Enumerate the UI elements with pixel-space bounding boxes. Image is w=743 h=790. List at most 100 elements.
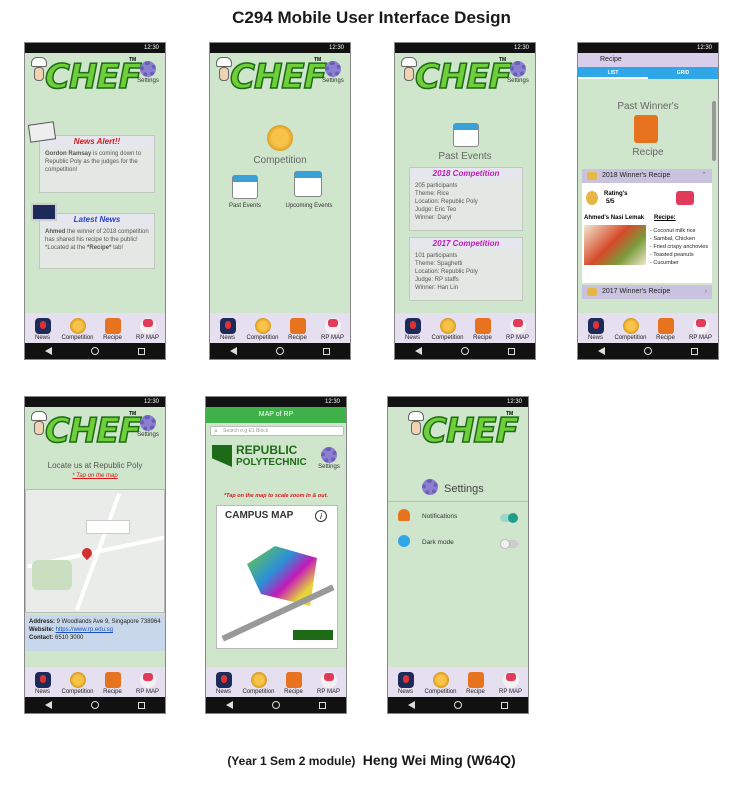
upcoming-calendar-icon[interactable] [294, 171, 322, 197]
ingredient-item: - Sambal, Chicken [650, 236, 695, 242]
recents-icon[interactable] [508, 347, 516, 355]
search-input[interactable]: Search e.g E1 Block [210, 426, 344, 436]
list-item-2018-recipe[interactable]: 2018 Winner's Recipe ⌃ [582, 169, 712, 183]
location-map[interactable] [25, 489, 165, 613]
news-icon [587, 318, 604, 334]
home-icon[interactable] [90, 701, 99, 709]
tab-rp-map[interactable]: RP MAP [133, 672, 163, 695]
tab-competition[interactable]: Competition [615, 318, 647, 341]
tab-competition[interactable]: Competition [432, 318, 464, 341]
logo-text: CHEF [421, 410, 519, 452]
recents-icon[interactable] [323, 347, 331, 355]
info-icon[interactable]: i [315, 510, 327, 522]
phone-recipe-screen: 12:30 Recipe LIST GRID Past Winner's Rec… [577, 42, 719, 360]
tab-recipe[interactable]: Recipe [468, 318, 498, 341]
status-bar: 12:30 [388, 397, 528, 407]
upcoming-events-label[interactable]: Upcoming Events [282, 203, 336, 209]
tab-news[interactable]: News [213, 318, 243, 341]
tab-rp-map[interactable]: RP MAP [318, 318, 348, 341]
home-icon[interactable] [460, 347, 469, 355]
competition-heading: Competition [253, 155, 307, 166]
home-icon[interactable] [90, 347, 99, 355]
tab-competition[interactable]: Competition [425, 672, 457, 695]
settings-button[interactable]: Settings [135, 415, 161, 438]
recents-icon[interactable] [319, 701, 327, 709]
tab-rp-map[interactable]: RP MAP [133, 318, 163, 341]
settings-button[interactable]: Settings [320, 61, 346, 84]
recipe-icon [657, 318, 674, 334]
settings-button[interactable]: Settings [135, 61, 161, 84]
tab-grid[interactable]: GRID [648, 67, 718, 79]
back-icon[interactable] [44, 347, 52, 355]
recents-icon[interactable] [138, 701, 146, 709]
back-icon[interactable] [225, 701, 233, 709]
tab-competition[interactable]: Competition [243, 672, 275, 695]
back-icon[interactable] [407, 701, 415, 709]
home-icon[interactable] [271, 701, 280, 709]
home-icon[interactable] [643, 347, 652, 355]
newspaper-icon [27, 121, 57, 143]
recents-icon[interactable] [501, 701, 509, 709]
calendar-icon[interactable] [232, 175, 258, 199]
home-icon[interactable] [453, 701, 462, 709]
campus-map[interactable]: CAMPUS MAP i [216, 505, 338, 649]
news-icon [34, 318, 51, 334]
recents-icon[interactable] [138, 347, 146, 355]
settings-label: Settings [322, 78, 344, 84]
back-icon[interactable] [414, 347, 422, 355]
tab-rp-map[interactable]: RP MAP [686, 318, 716, 341]
competition-2017-title: 2017 Competition [410, 238, 522, 249]
tab-recipe[interactable]: Recipe [98, 318, 128, 341]
past-events-label[interactable]: Past Events [218, 203, 272, 209]
tab-news[interactable]: News [28, 672, 58, 695]
tab-news[interactable]: News [391, 672, 421, 695]
settings-button[interactable]: Settings [505, 61, 531, 84]
recents-icon[interactable] [691, 347, 699, 355]
phone-competition-screen: 12:30 CHEF TM Settings Competition Past … [209, 42, 351, 360]
map-pin-icon[interactable] [79, 545, 95, 561]
competition-icon [69, 318, 86, 334]
tab-news[interactable]: News [398, 318, 428, 341]
recipe-icon [104, 318, 121, 334]
tab-news[interactable]: News [209, 672, 239, 695]
tab-competition[interactable]: Competition [62, 318, 94, 341]
competition-2018-card[interactable]: 2018 Competition 205 participants Theme:… [409, 167, 523, 231]
gear-icon [510, 61, 526, 77]
tab-recipe[interactable]: Recipe [283, 318, 313, 341]
address-value: 9 Woodlands Ave 9, Singapore 738964 [55, 619, 161, 625]
settings-button[interactable]: Settings [316, 447, 342, 470]
back-icon[interactable] [44, 701, 52, 709]
c2017-line: Judge: RP staffs [415, 277, 459, 283]
scrollbar[interactable] [712, 101, 716, 161]
back-icon[interactable] [597, 347, 605, 355]
notifications-toggle[interactable] [500, 513, 518, 523]
tab-rp-map[interactable]: RP MAP [503, 318, 533, 341]
competition-2017-card[interactable]: 2017 Competition 101 participants Theme:… [409, 237, 523, 301]
tab-news[interactable]: News [28, 318, 58, 341]
rp-logo-icon [212, 445, 232, 467]
c2018-line: Judge: Eric Teo [415, 207, 457, 213]
back-icon[interactable] [229, 347, 237, 355]
tab-rp-map[interactable]: RP MAP [314, 672, 344, 695]
website-link[interactable]: https://www.rp.edu.sg [56, 627, 113, 633]
tab-recipe[interactable]: Recipe [98, 672, 128, 695]
tab-competition[interactable]: Competition [62, 672, 94, 695]
home-icon[interactable] [275, 347, 284, 355]
bottom-tab-bar: News Competition Recipe RP MAP [25, 667, 165, 697]
tab-recipe[interactable]: Recipe [461, 672, 491, 695]
list-item-2017-recipe[interactable]: 2017 Winner's Recipe › [582, 285, 712, 299]
tab-news[interactable]: News [581, 318, 611, 341]
favorite-icon[interactable] [676, 191, 694, 205]
logo-text: CHEF [229, 56, 327, 98]
tab-rp-map[interactable]: RP MAP [496, 672, 526, 695]
ingredient-item: - Toasted peanuts [650, 252, 694, 258]
list-grid-tabs: LIST GRID [578, 67, 718, 79]
tab-recipe[interactable]: Recipe [279, 672, 309, 695]
campus-map-title: CAMPUS MAP [225, 510, 294, 521]
tab-recipe[interactable]: Recipe [651, 318, 681, 341]
dark-mode-toggle[interactable] [500, 539, 518, 549]
rp-name-line1: REPUBLIC [236, 443, 298, 457]
tab-list[interactable]: LIST [578, 67, 648, 79]
map-hint: *Tap on the map to scale zoom in & out. [224, 493, 328, 499]
tab-competition[interactable]: Competition [247, 318, 279, 341]
